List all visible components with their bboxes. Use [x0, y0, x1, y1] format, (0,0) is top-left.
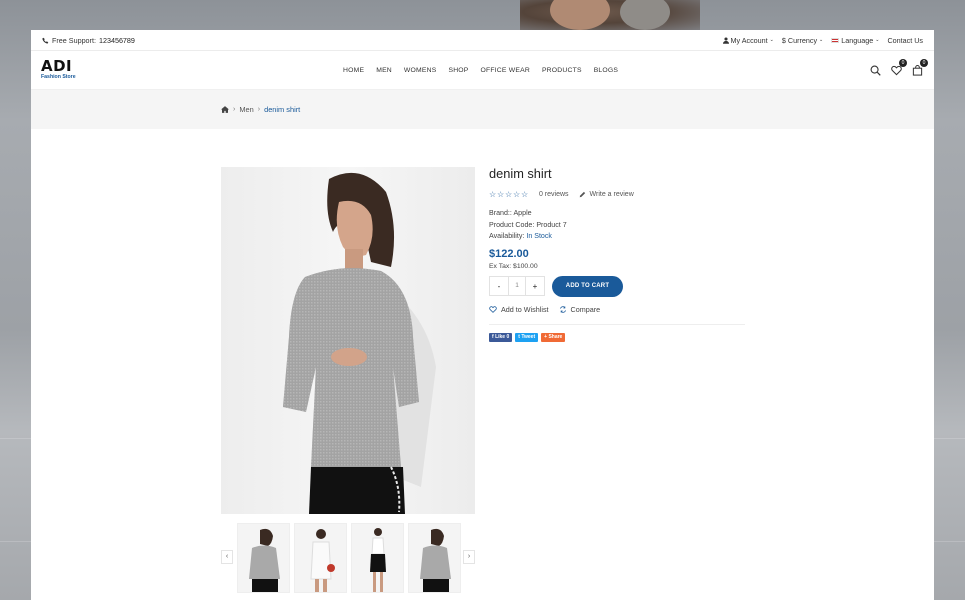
breadcrumb: › Men › denim shirt	[31, 90, 934, 129]
product-availability: Availability: In Stock	[489, 231, 745, 243]
flag-icon	[831, 37, 840, 43]
support-label: Free Support:	[52, 35, 96, 45]
heart-icon	[489, 305, 497, 313]
my-account-dropdown[interactable]: My Account ⌄	[722, 35, 774, 45]
reviews-link[interactable]: 0 reviews	[539, 191, 569, 198]
product-title: denim shirt	[489, 166, 552, 181]
cart-button[interactable]: 0	[912, 59, 928, 76]
chevron-right-icon: ›	[233, 106, 236, 113]
nav-shop[interactable]: SHOP	[448, 67, 468, 74]
chevron-down-icon: ⌄	[819, 37, 824, 43]
user-icon	[722, 36, 729, 44]
support-phone: 123456789	[98, 35, 135, 45]
quantity-stepper: - 1 +	[489, 276, 545, 296]
product-main-image[interactable]	[221, 167, 475, 514]
thumbnail-2[interactable]	[294, 523, 347, 593]
wishlist-label: Add to Wishlist	[501, 304, 549, 314]
logo[interactable]: ADI Fashion Store	[41, 57, 76, 81]
pencil-icon	[579, 191, 585, 198]
search-button[interactable]	[870, 63, 882, 76]
main-nav: HOME MEN WOMENS SHOP OFFICE WEAR PRODUCT…	[343, 51, 618, 90]
thumbs-prev-arrow[interactable]: ‹	[221, 550, 233, 564]
add-to-cart-button[interactable]: ADD TO CART	[552, 275, 623, 297]
qty-plus-button[interactable]: +	[526, 282, 544, 291]
nav-men[interactable]: MEN	[376, 67, 392, 74]
rating-stars: ☆☆☆☆☆	[489, 190, 529, 199]
top-bar: Free Support: 123456789 My Account ⌄ $ C…	[31, 30, 934, 51]
nav-womens[interactable]: WOMENS	[404, 67, 437, 74]
share-label: Share	[548, 333, 563, 340]
cart-count-badge: 0	[920, 59, 928, 67]
language-label: Language	[841, 35, 874, 45]
nav-office-wear[interactable]: OFFICE WEAR	[481, 67, 530, 74]
availability-label: Availability:	[489, 232, 525, 240]
product-price: $122.00	[489, 247, 529, 260]
chevron-down-icon: ⌄	[875, 37, 880, 43]
breadcrumb-men[interactable]: Men	[239, 105, 253, 114]
breadcrumb-current[interactable]: denim shirt	[264, 105, 300, 114]
qty-input[interactable]: 1	[508, 277, 526, 295]
home-icon[interactable]	[221, 106, 229, 113]
write-review-label: Write a review	[589, 191, 634, 198]
wishlist-count-badge: 0	[899, 59, 907, 67]
nav-blogs[interactable]: BLOGS	[594, 67, 618, 74]
thumbnail-carousel: ‹ ›	[221, 523, 475, 593]
divider	[489, 323, 745, 325]
logo-tagline: Fashion Store	[41, 74, 76, 80]
currency-label: Currency	[787, 35, 818, 45]
currency-dropdown[interactable]: $ Currency ⌄	[782, 36, 823, 45]
chevron-down-icon: ⌄	[769, 37, 774, 43]
product-info: denim shirt ☆☆☆☆☆ 0 reviews Write a revi…	[489, 166, 745, 342]
availability-value: In Stock	[526, 232, 552, 240]
logo-mark: ADI	[41, 57, 73, 75]
tweet-label: Tweet	[521, 333, 536, 340]
currency-symbol: $	[781, 35, 786, 45]
thumbnail-3[interactable]	[351, 523, 404, 593]
model-photo	[283, 172, 436, 514]
share-button[interactable]: + Share	[541, 332, 566, 342]
write-review-link[interactable]: Write a review	[579, 191, 634, 198]
nav-home[interactable]: HOME	[343, 67, 364, 74]
product-brand: Brand:: Apple	[489, 209, 532, 217]
thumbnail-4[interactable]	[408, 523, 461, 593]
compare-link[interactable]: Compare	[559, 304, 601, 314]
thumbnail-1[interactable]	[237, 523, 290, 593]
ex-tax-price: Ex Tax: $100.00	[489, 262, 538, 270]
tweet-button[interactable]: t Tweet	[515, 332, 539, 342]
hero-image-peek	[520, 0, 700, 30]
my-account-label: My Account	[730, 35, 768, 45]
main-header: ADI Fashion Store HOME MEN WOMENS SHOP O…	[31, 51, 934, 90]
language-dropdown[interactable]: Language ⌄	[831, 36, 879, 45]
chevron-right-icon: ›	[257, 106, 261, 113]
product-page: Free Support: 123456789 My Account ⌄ $ C…	[31, 30, 934, 600]
add-to-wishlist-link[interactable]: Add to Wishlist	[489, 305, 549, 314]
like-label: Like 0	[495, 333, 510, 340]
compare-label: Compare	[570, 304, 601, 314]
search-icon	[870, 65, 881, 76]
qty-minus-button[interactable]: -	[490, 282, 508, 291]
thumbs-next-arrow[interactable]: ›	[463, 550, 475, 564]
product-code: Product Code: Product 7	[489, 220, 567, 229]
wishlist-button[interactable]: 0	[891, 59, 907, 76]
nav-products[interactable]: PRODUCTS	[542, 67, 582, 74]
free-support: Free Support: 123456789	[42, 36, 135, 45]
phone-icon	[42, 37, 49, 44]
refresh-icon	[559, 305, 566, 313]
facebook-like-button[interactable]: f Like 0	[489, 332, 513, 342]
contact-link[interactable]: Contact Us	[887, 36, 923, 45]
